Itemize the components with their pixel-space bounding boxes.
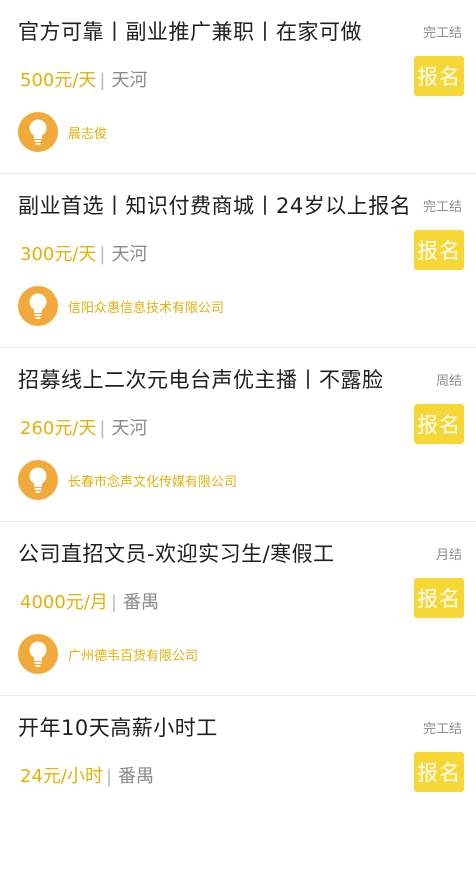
company-row: 广州德韦百货有限公司 xyxy=(18,634,198,674)
lightbulb-icon xyxy=(29,119,47,145)
company-avatar xyxy=(18,460,58,500)
salary: 4000元/月 xyxy=(20,592,108,613)
company-name: 广州德韦百货有限公司 xyxy=(68,648,199,664)
salary: 300元/天 xyxy=(20,244,97,265)
job-title[interactable]: 开年10天高薪小时工 xyxy=(18,712,218,742)
lightbulb-icon xyxy=(29,467,47,493)
settlement-type: 完工结 xyxy=(422,200,462,215)
settlement-type: 完工结 xyxy=(422,26,462,41)
separator: | xyxy=(110,592,117,613)
location: 天河 xyxy=(111,70,148,91)
location: 天河 xyxy=(111,418,148,439)
job-card[interactable]: 公司直招文员-欢迎实习生/寒假工 月结 4000元/月 | 番禺 报名 广州德韦百货… xyxy=(0,522,476,696)
separator: | xyxy=(105,766,113,787)
settlement-type: 月结 xyxy=(435,548,462,563)
job-list: 官方可靠丨副业推广兼职丨在家可做 完工结 500元/天 | 天河 报名 晨志俊 副业… xyxy=(0,0,476,870)
apply-button[interactable]: 报名 xyxy=(414,404,464,444)
job-title[interactable]: 副业首选丨知识付费商城丨24岁以上报名 xyxy=(18,190,411,220)
job-card[interactable]: 副业首选丨知识付费商城丨24岁以上报名 完工结 300元/天 | 天河 报名 信阳众… xyxy=(0,174,476,348)
salary-location-row: 260元/天 | 天河 xyxy=(20,414,148,440)
company-name: 长春市念声文化传媒有限公司 xyxy=(68,474,238,490)
salary-location-row: 24元/小时 | 番禺 xyxy=(20,762,154,788)
location: 天河 xyxy=(111,244,148,265)
apply-button[interactable]: 报名 xyxy=(414,578,464,618)
separator: | xyxy=(99,418,106,439)
job-card[interactable]: 开年10天高薪小时工 完工结 24元/小时 | 番禺 报名 xyxy=(0,696,476,870)
lightbulb-icon xyxy=(29,293,47,319)
salary: 260元/天 xyxy=(20,418,97,439)
separator: | xyxy=(99,70,106,91)
salary: 500元/天 xyxy=(20,70,97,91)
apply-button[interactable]: 报名 xyxy=(414,56,464,96)
separator: | xyxy=(99,244,106,265)
apply-button[interactable]: 报名 xyxy=(414,752,464,792)
location: 番禺 xyxy=(118,766,155,787)
job-title[interactable]: 招募线上二次元电台声优主播丨不露脸 xyxy=(18,364,384,394)
job-title[interactable]: 官方可靠丨副业推广兼职丨在家可做 xyxy=(18,16,362,46)
company-row: 长春市念声文化传媒有限公司 xyxy=(18,460,237,500)
job-card[interactable]: 招募线上二次元电台声优主播丨不露脸 周结 260元/天 | 天河 报名 长春市念声文… xyxy=(0,348,476,522)
company-name: 晨志俊 xyxy=(68,126,108,142)
lightbulb-icon xyxy=(29,641,47,667)
salary-location-row: 500元/天 | 天河 xyxy=(20,66,148,92)
company-name: 信阳众惠信息技术有限公司 xyxy=(68,300,225,316)
salary-location-row: 300元/天 | 天河 xyxy=(20,240,148,266)
company-avatar xyxy=(18,112,58,152)
job-title[interactable]: 公司直招文员-欢迎实习生/寒假工 xyxy=(18,538,335,568)
company-row: 信阳众惠信息技术有限公司 xyxy=(18,286,224,326)
company-avatar xyxy=(18,634,58,674)
apply-button[interactable]: 报名 xyxy=(414,230,464,270)
settlement-type: 完工结 xyxy=(422,722,462,737)
salary: 24元/小时 xyxy=(20,766,103,787)
salary-location-row: 4000元/月 | 番禺 xyxy=(20,588,159,614)
settlement-type: 周结 xyxy=(435,374,462,389)
company-avatar xyxy=(18,286,58,326)
job-card[interactable]: 官方可靠丨副业推广兼职丨在家可做 完工结 500元/天 | 天河 报名 晨志俊 xyxy=(0,0,476,174)
location: 番禺 xyxy=(122,592,159,613)
company-row: 晨志俊 xyxy=(18,112,107,152)
